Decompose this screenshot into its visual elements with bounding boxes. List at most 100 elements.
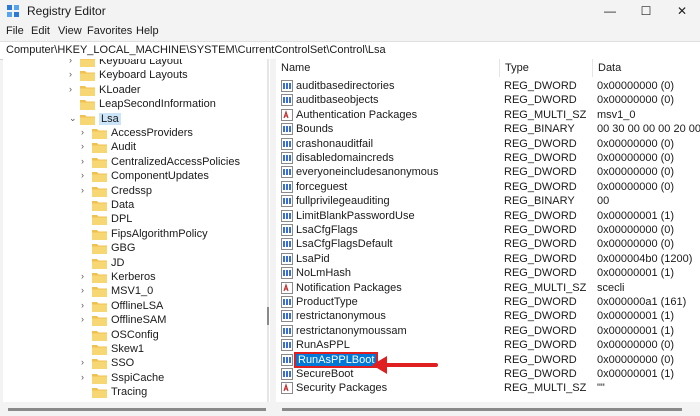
- value-type: REG_DWORD: [504, 324, 577, 337]
- value-name: ProductType: [296, 296, 358, 308]
- binary-value-icon: [281, 224, 293, 236]
- tree-item-label: Audit: [111, 141, 137, 154]
- horizontal-scrollbar[interactable]: [0, 402, 700, 416]
- value-row[interactable]: Bounds REG_BINARY 00 30 00 00 00 20 00 00: [276, 122, 700, 137]
- value-row[interactable]: Security Packages REG_MULTI_SZ "": [276, 381, 700, 396]
- chevron-down-icon[interactable]: ⌄: [69, 113, 79, 124]
- binary-value-icon: [281, 180, 293, 193]
- value-name: LsaCfgFlags: [296, 224, 358, 236]
- chevron-right-icon[interactable]: ›: [69, 84, 79, 94]
- chevron-right-icon[interactable]: ›: [81, 314, 91, 324]
- chevron-right-icon[interactable]: ›: [81, 185, 91, 195]
- value-type: REG_DWORD: [504, 166, 577, 179]
- column-header-type[interactable]: Type: [500, 59, 593, 77]
- chevron-right-icon[interactable]: ›: [81, 357, 91, 367]
- value-row[interactable]: RunAsPPLBoot REG_DWORD 0x00000000 (0): [276, 351, 700, 368]
- value-row[interactable]: Authentication Packages REG_MULTI_SZ msv1_…: [276, 108, 700, 123]
- chevron-right-icon[interactable]: ›: [81, 271, 91, 281]
- value-row[interactable]: everyoneincludesanonymous REG_DWORD 0x0000…: [276, 165, 700, 180]
- value-row[interactable]: forceguest REG_DWORD 0x00000000 (0): [276, 180, 700, 195]
- folder-icon: [92, 244, 107, 255]
- value-type: REG_MULTI_SZ: [504, 281, 587, 294]
- folder-icon: [92, 157, 107, 168]
- value-type: REG_DWORD: [504, 339, 577, 352]
- value-row[interactable]: fullprivilegeauditing REG_BINARY 00: [276, 194, 700, 209]
- value-row[interactable]: auditbasedirectories REG_DWORD 0x00000000 …: [276, 79, 700, 94]
- value-type: REG_DWORD: [504, 296, 577, 308]
- tree-item-label: SSO: [111, 357, 135, 370]
- value-row[interactable]: Notification Packages REG_MULTI_SZ scecli: [276, 281, 700, 296]
- binary-value-icon: [281, 152, 293, 164]
- maximize-button[interactable]: ☐: [628, 0, 664, 22]
- value-data: 0x00000000 (0): [597, 166, 675, 179]
- chevron-right-icon[interactable]: ›: [81, 285, 91, 295]
- folder-icon: [92, 373, 107, 384]
- chevron-right-icon[interactable]: ›: [69, 59, 79, 65]
- value-data: 0x00000000 (0): [597, 180, 675, 193]
- value-data: 0x00000000 (0): [597, 238, 675, 251]
- value-data: scecli: [597, 281, 625, 294]
- menu-help[interactable]: Help: [136, 25, 159, 37]
- tree-item-label: Kerberos: [111, 271, 156, 283]
- value-data: 0x000004b0 (1200): [597, 252, 693, 265]
- column-header-data[interactable]: Data: [593, 59, 700, 77]
- red-arrow-annotation-icon: [372, 356, 438, 374]
- value-data: 0x00000000 (0): [597, 80, 675, 92]
- value-row[interactable]: LsaCfgFlags REG_DWORD 0x00000000 (0): [276, 223, 700, 238]
- menu-edit[interactable]: Edit: [31, 25, 50, 37]
- string-value-icon: [281, 108, 293, 121]
- chevron-right-icon[interactable]: ›: [81, 170, 91, 180]
- value-row[interactable]: restrictanonymoussam REG_DWORD 0x00000001 …: [276, 324, 700, 339]
- value-row[interactable]: disabledomaincreds REG_DWORD 0x00000000 (0…: [276, 151, 700, 166]
- value-name: everyoneincludesanonymous: [296, 166, 439, 179]
- folder-icon: [92, 143, 107, 154]
- menu-view[interactable]: View: [58, 25, 82, 37]
- value-type: REG_DWORD: [504, 267, 577, 280]
- value-type: REG_DWORD: [504, 80, 577, 92]
- menu-favorites[interactable]: Favorites: [87, 25, 132, 37]
- chevron-right-icon[interactable]: ›: [81, 372, 91, 382]
- value-row[interactable]: SecureBoot REG_DWORD 0x00000001 (1): [276, 367, 700, 382]
- folder-icon: [92, 388, 107, 399]
- tree-item-label: LeapSecondInformation: [99, 98, 216, 111]
- address-bar[interactable]: Computer\HKEY_LOCAL_MACHINE\SYSTEM\Curre…: [0, 41, 700, 60]
- address-path[interactable]: Computer\HKEY_LOCAL_MACHINE\SYSTEM\Curre…: [6, 44, 386, 56]
- folder-icon: [92, 273, 107, 283]
- folder-icon: [92, 186, 107, 197]
- value-row[interactable]: LimitBlankPasswordUse REG_DWORD 0x00000001…: [276, 209, 700, 224]
- chevron-right-icon[interactable]: ›: [69, 69, 79, 79]
- tree-item-label: Keyboard Layout: [99, 59, 183, 67]
- value-name: crashonauditfail: [296, 137, 374, 150]
- value-row[interactable]: RunAsPPL REG_DWORD 0x00000000 (0): [276, 338, 700, 353]
- value-row[interactable]: NoLmHash REG_DWORD 0x00000001 (1): [276, 266, 700, 281]
- value-row[interactable]: ProductType REG_DWORD 0x000000a1 (161): [276, 295, 700, 310]
- value-row[interactable]: LsaCfgFlagsDefault REG_DWORD 0x00000000 (0…: [276, 237, 700, 252]
- folder-icon: [92, 301, 107, 312]
- close-button[interactable]: ✕: [664, 0, 700, 22]
- binary-value-icon: [281, 252, 293, 265]
- chevron-right-icon[interactable]: ›: [81, 156, 91, 166]
- menu-file[interactable]: File: [6, 25, 24, 37]
- value-row[interactable]: LsaPid REG_DWORD 0x000004b0 (1200): [276, 252, 700, 267]
- folder-icon: [80, 85, 95, 96]
- value-row[interactable]: auditbaseobjects REG_DWORD 0x00000000 (0): [276, 93, 700, 108]
- binary-value-icon: [281, 195, 293, 208]
- chevron-right-icon[interactable]: ›: [81, 300, 91, 310]
- value-row[interactable]: restrictanonymous REG_DWORD 0x00000001 (1): [276, 309, 700, 324]
- folder-icon: [80, 71, 95, 82]
- values-list-pane[interactable]: Name Type Data auditbasedirectories REG_D…: [276, 59, 700, 402]
- minimize-button[interactable]: —: [592, 0, 628, 22]
- value-row[interactable]: crashonauditfail REG_DWORD 0x00000000 (0): [276, 137, 700, 152]
- tree-item-label: Data: [111, 199, 135, 211]
- tree-item-label: OfflineLSA: [111, 299, 164, 312]
- folder-icon: [92, 215, 107, 226]
- binary-value-icon: [281, 94, 293, 107]
- column-header-name[interactable]: Name: [276, 59, 500, 77]
- chevron-right-icon[interactable]: ›: [81, 127, 91, 137]
- key-tree-pane[interactable]: › Keyboard Layout › Keyboard Layouts › KLoade…: [3, 59, 270, 402]
- tree-item-label: KLoader: [99, 83, 141, 96]
- value-type: REG_DWORD: [504, 137, 577, 150]
- chevron-right-icon[interactable]: ›: [81, 141, 91, 151]
- binary-value-icon: [281, 166, 293, 179]
- value-data: 0x00000000 (0): [597, 137, 675, 150]
